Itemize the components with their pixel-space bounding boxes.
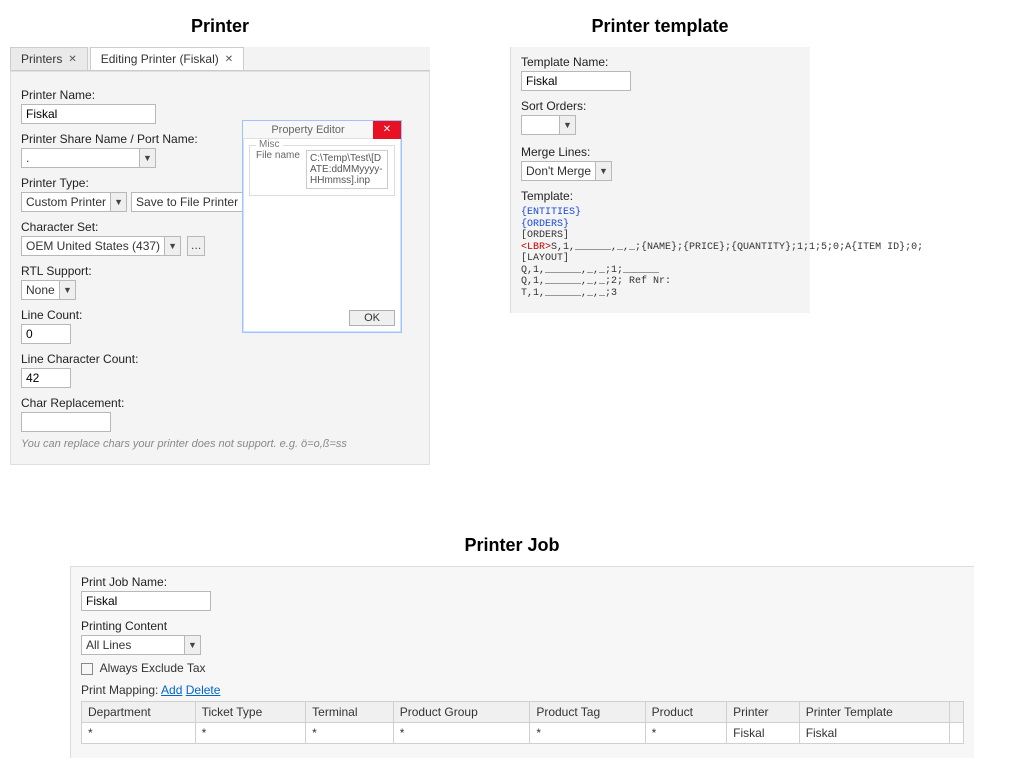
select-value: None bbox=[22, 281, 59, 299]
chevron-down-icon: ▼ bbox=[184, 636, 200, 654]
delete-link[interactable]: Delete bbox=[186, 683, 221, 697]
section-title-template: Printer template bbox=[510, 16, 810, 37]
chevron-down-icon: ▼ bbox=[139, 149, 155, 167]
select-value: Save to File Printer bbox=[132, 193, 242, 211]
table-header[interactable]: Product Tag bbox=[530, 702, 645, 723]
printer-type-select[interactable]: Custom Printer ▼ bbox=[21, 192, 127, 212]
printer-tabs: Printers ✕ Editing Printer (Fiskal) ✕ bbox=[10, 47, 430, 71]
table-header[interactable]: Product bbox=[645, 702, 727, 723]
label-printing-content: Printing Content bbox=[81, 619, 964, 633]
label-merge-lines: Merge Lines: bbox=[521, 145, 800, 159]
label-template-name: Template Name: bbox=[521, 55, 800, 69]
print-mapping-table[interactable]: DepartmentTicket TypeTerminalProduct Gro… bbox=[81, 701, 964, 744]
charset-select[interactable]: OEM United States (437) ▼ bbox=[21, 236, 181, 256]
charset-more-button[interactable]: … bbox=[187, 236, 205, 256]
label-always-exclude-tax: Always Exclude Tax bbox=[100, 661, 206, 675]
select-value: Custom Printer bbox=[22, 193, 110, 211]
table-row[interactable]: ******FiskalFiskal bbox=[82, 723, 964, 744]
template-code[interactable]: {ENTITIES}{ORDERS}[ORDERS]<LBR>S,1,_____… bbox=[521, 207, 800, 299]
label-template: Template: bbox=[521, 189, 800, 203]
section-title-job: Printer Job bbox=[10, 535, 1014, 556]
label-printer-name: Printer Name: bbox=[21, 88, 419, 102]
merge-lines-select[interactable]: Don't Merge ▼ bbox=[521, 161, 612, 181]
printer-type2-select[interactable]: Save to File Printer ▼ bbox=[131, 192, 259, 212]
prop-key-filename: File name bbox=[256, 150, 300, 189]
ok-button[interactable]: OK bbox=[349, 310, 395, 326]
tab-printers[interactable]: Printers ✕ bbox=[10, 47, 88, 70]
template-name-input[interactable] bbox=[521, 71, 631, 91]
close-icon[interactable]: ✕ bbox=[225, 54, 233, 65]
tab-label: Printers bbox=[21, 52, 62, 66]
chevron-down-icon: ▼ bbox=[110, 193, 126, 211]
rtl-select[interactable]: None ▼ bbox=[21, 280, 76, 300]
chevron-down-icon: ▼ bbox=[595, 162, 611, 180]
label-charrepl: Char Replacement: bbox=[21, 396, 419, 410]
printer-name-input[interactable] bbox=[21, 104, 156, 124]
dialog-title: Property Editor bbox=[243, 124, 373, 136]
linecount-input[interactable] bbox=[21, 324, 71, 344]
table-header[interactable]: Ticket Type bbox=[195, 702, 306, 723]
add-link[interactable]: Add bbox=[161, 683, 182, 697]
table-header[interactable]: Product Group bbox=[393, 702, 530, 723]
table-header[interactable]: Printer bbox=[727, 702, 800, 723]
fieldset-legend: Misc bbox=[256, 139, 283, 150]
select-value: OEM United States (437) bbox=[22, 237, 164, 255]
chevron-down-icon: ▼ bbox=[59, 281, 75, 299]
section-title-printer: Printer bbox=[10, 16, 430, 37]
tab-label: Editing Printer (Fiskal) bbox=[101, 52, 219, 66]
chevron-down-icon: ▼ bbox=[164, 237, 180, 255]
prop-val-filename[interactable]: C:\Temp\Test\[DATE:ddMMyyyy-HHmmss].inp bbox=[306, 150, 388, 189]
select-value: All Lines bbox=[82, 636, 184, 654]
always-exclude-tax-checkbox[interactable] bbox=[81, 663, 93, 675]
table-header[interactable]: Printer Template bbox=[799, 702, 949, 723]
label-linecharcount: Line Character Count: bbox=[21, 352, 419, 366]
select-value: . bbox=[22, 149, 139, 167]
select-value: Don't Merge bbox=[522, 162, 595, 180]
select-value bbox=[522, 116, 559, 134]
charrepl-hint: You can replace chars your printer does … bbox=[21, 438, 419, 450]
tab-editing-printer[interactable]: Editing Printer (Fiskal) ✕ bbox=[90, 47, 244, 70]
label-sort-orders: Sort Orders: bbox=[521, 99, 800, 113]
close-icon[interactable]: ✕ bbox=[373, 121, 401, 139]
sort-orders-select[interactable]: ▼ bbox=[521, 115, 576, 135]
label-print-mapping: Print Mapping: bbox=[81, 683, 158, 697]
table-header[interactable]: Department bbox=[82, 702, 196, 723]
printer-share-select[interactable]: . ▼ bbox=[21, 148, 156, 168]
table-header[interactable]: Terminal bbox=[306, 702, 394, 723]
close-icon[interactable]: ✕ bbox=[68, 54, 76, 65]
charrepl-input[interactable] bbox=[21, 412, 111, 432]
linecharcount-input[interactable] bbox=[21, 368, 71, 388]
property-editor-dialog: Property Editor ✕ Misc File name C:\Temp… bbox=[242, 120, 402, 333]
job-name-input[interactable] bbox=[81, 591, 211, 611]
printing-content-select[interactable]: All Lines ▼ bbox=[81, 635, 201, 655]
chevron-down-icon: ▼ bbox=[559, 116, 575, 134]
label-job-name: Print Job Name: bbox=[81, 575, 964, 589]
